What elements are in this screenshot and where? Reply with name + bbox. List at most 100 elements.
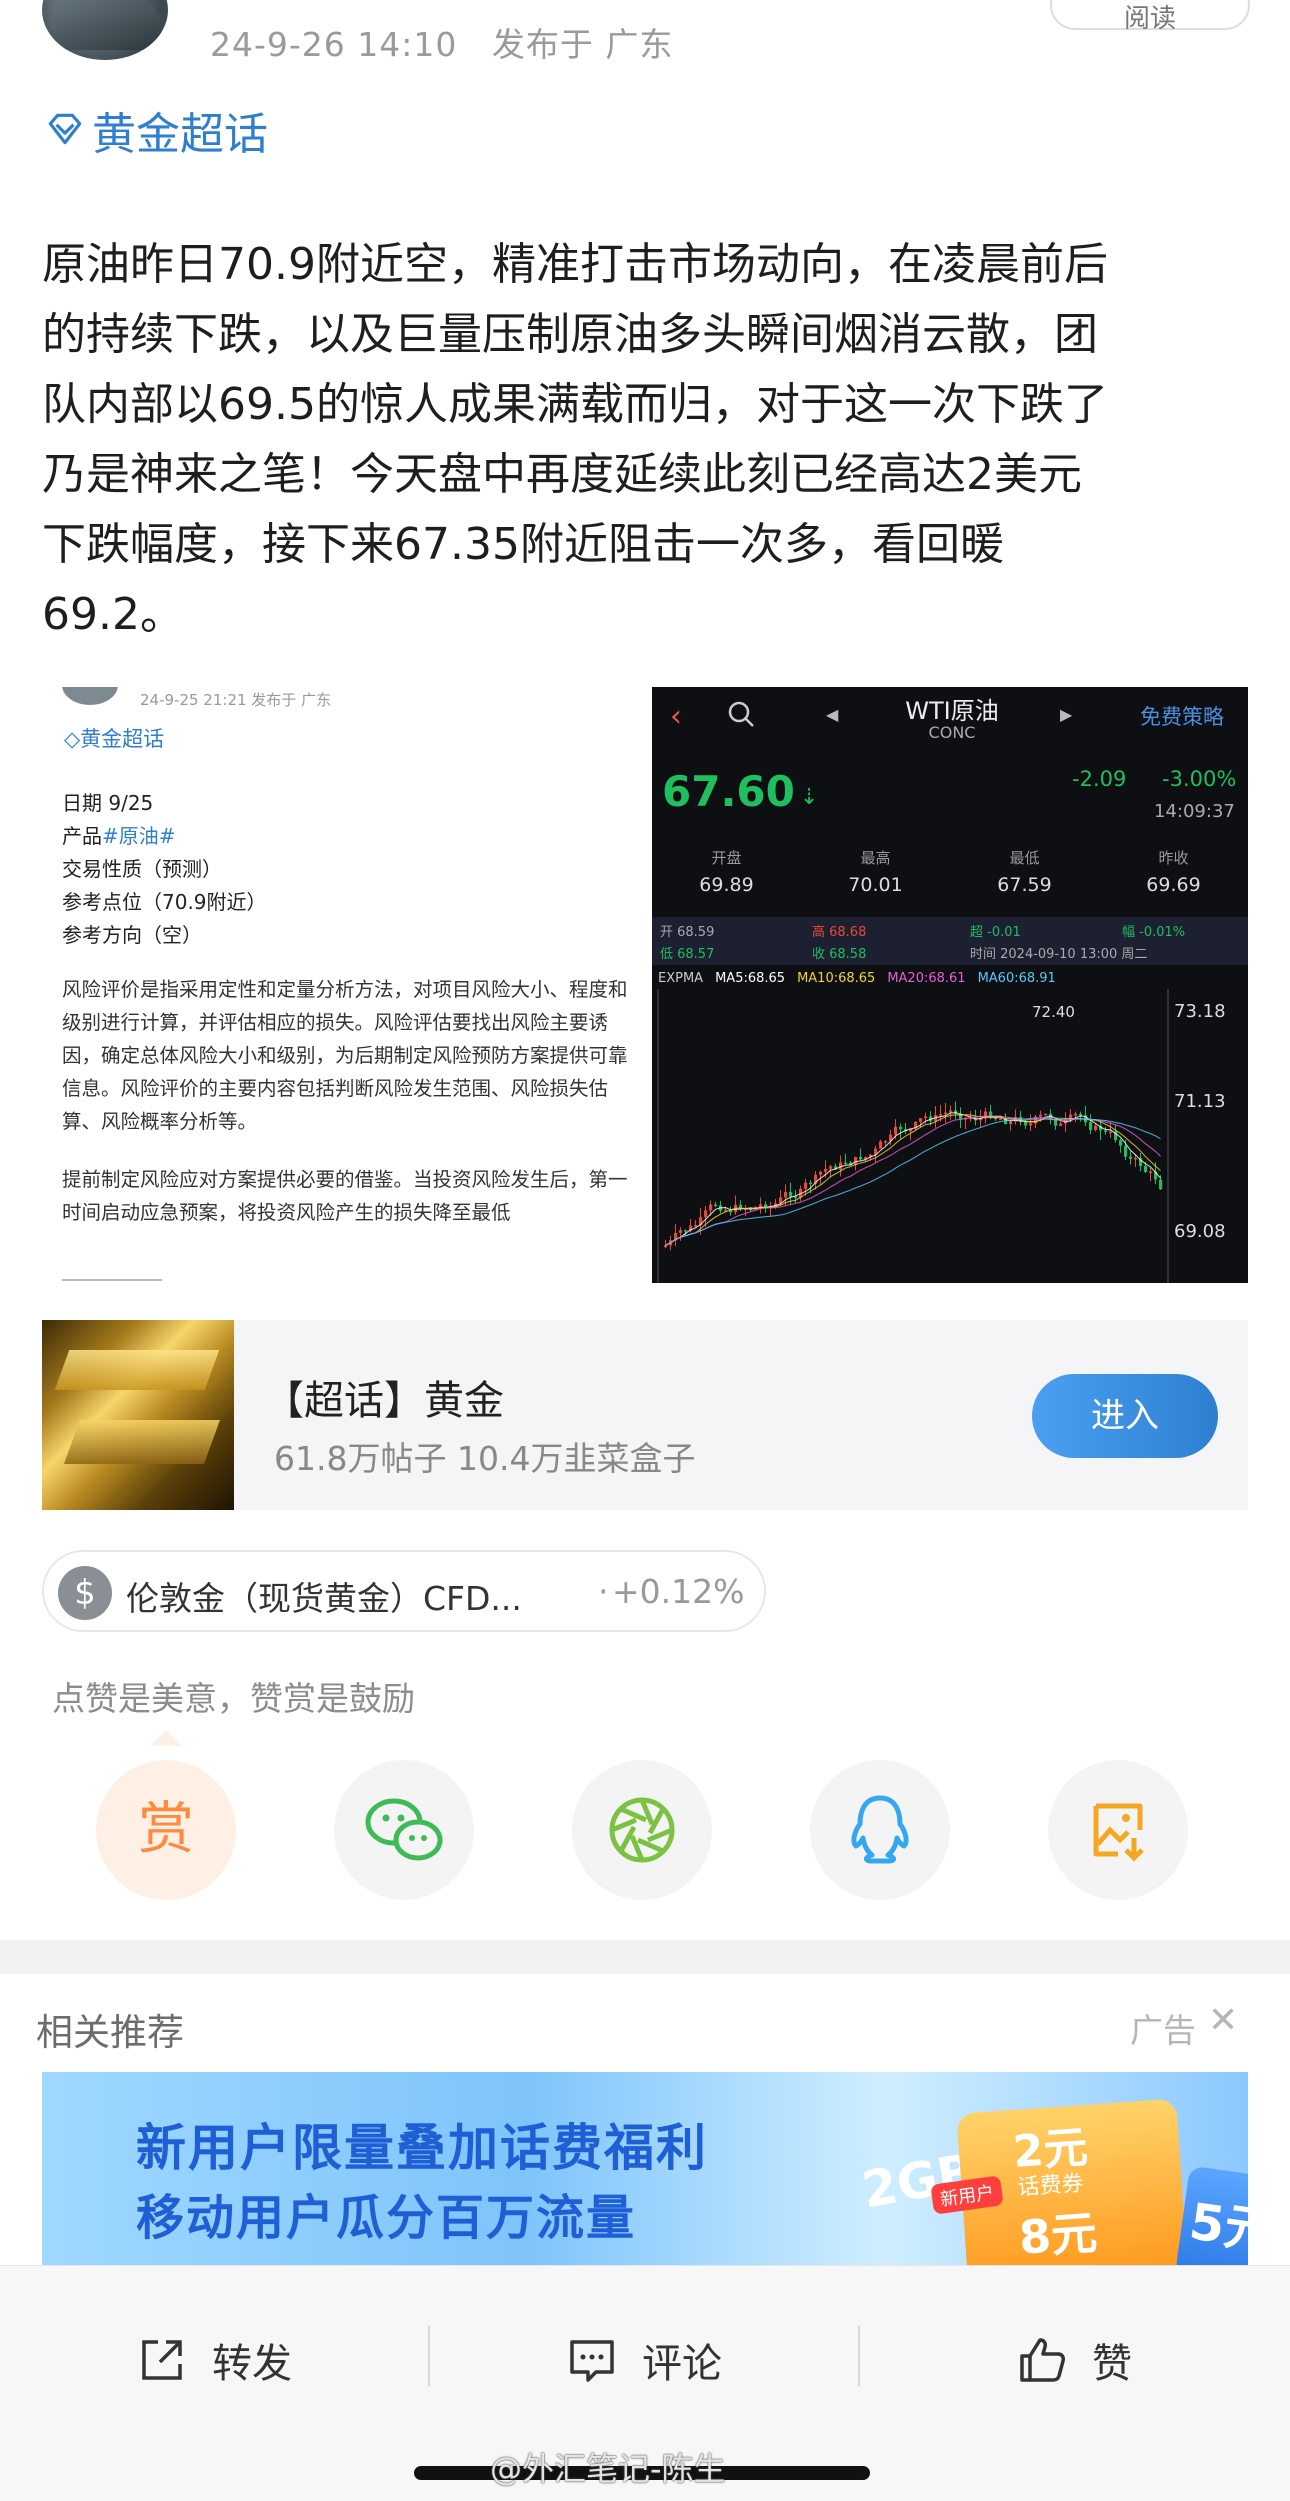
candle [679, 1230, 683, 1233]
reward-tooltip-pointer [150, 1730, 182, 1746]
topic-link: ◇黄金超话 [64, 727, 165, 751]
ad-label: 广告 [1130, 2011, 1196, 2050]
coupon-card-right: 5元 [1174, 2165, 1248, 2267]
repost-icon [142, 2340, 182, 2380]
candle [1039, 1114, 1043, 1117]
candle [859, 1156, 863, 1160]
candle [759, 1204, 763, 1208]
topic-label: 黄金超话 [92, 109, 268, 160]
candle [999, 1118, 1003, 1120]
candle [819, 1171, 823, 1175]
reward-icon: 赏 [138, 1797, 194, 1862]
candle [694, 1224, 698, 1227]
post-line: 69.2。 [42, 589, 184, 640]
candle [884, 1140, 888, 1143]
image-wti-chart[interactable]: ‹ ◀ WTI原油 CONC ▶ 免费策略 67.60 ⇣ -2.09 -3.0… [652, 687, 1248, 1283]
close-icon[interactable]: ✕ [1208, 2000, 1238, 2041]
post-line: 原油昨日70.9附近空，精准打击市场动向，在凌晨前后 [42, 239, 1108, 290]
share-row: 赏 [96, 1760, 1196, 1900]
nature-line: 交易性质（预测） [62, 857, 222, 881]
save-image-button[interactable] [1048, 1760, 1188, 1900]
candle [809, 1182, 813, 1185]
repost-label: 转发 [212, 2341, 292, 2387]
candle [924, 1116, 928, 1119]
comment-icon [570, 2340, 614, 2382]
reward-button[interactable]: 赏 [96, 1760, 236, 1900]
wechat-icon [365, 1798, 443, 1861]
stock-name: 伦敦金（现货黄金）CFD... [126, 1579, 522, 1618]
candle [899, 1126, 903, 1130]
peak-label: 72.40 [1032, 1003, 1075, 1021]
image-previous-post[interactable]: 24-9-25 21:21 发布于 广东 ◇黄金超话 日期 9/25 产品#原油… [42, 687, 638, 1283]
candle [784, 1192, 788, 1198]
thumbs-up-icon [1020, 2338, 1065, 2382]
candle [1129, 1156, 1133, 1159]
avatar [62, 687, 118, 705]
like-button[interactable]: 赞 [1016, 2330, 1132, 2390]
reward-prompt: 点赞是美意，赞赏是鼓励 [52, 1679, 415, 1718]
share-qq-button[interactable] [810, 1760, 950, 1900]
save-image-icon [1093, 1803, 1144, 1862]
comment-label: 评论 [642, 2341, 722, 2387]
separator-dot: · [598, 1572, 609, 1611]
candle [664, 1245, 668, 1247]
candle [1144, 1165, 1148, 1173]
dollar-icon: $ [58, 1566, 112, 1620]
candle [789, 1192, 793, 1197]
share-moments-button[interactable] [572, 1760, 712, 1900]
coupon-value-2: 8元 [1017, 2205, 1099, 2265]
topic-link[interactable]: 黄金超话 [44, 98, 268, 162]
y-tick-label: 69.08 [1174, 1221, 1226, 1242]
qq-icon [851, 1795, 909, 1864]
product-tag: #原油# [102, 824, 176, 848]
candle [1009, 1121, 1013, 1125]
candle [944, 1112, 948, 1115]
read-button[interactable]: 阅读 [1050, 0, 1250, 34]
ref-direction-line: 参考方向（空） [62, 923, 202, 947]
enter-button[interactable]: 进入 [1032, 1374, 1218, 1458]
gold-bars-image [42, 1320, 234, 1510]
candle [1089, 1122, 1093, 1130]
candles-group [664, 1101, 1163, 1251]
ad-banner[interactable]: 新用户限量叠加话费福利 移动用户瓜分百万流量 2GB 2元 话费券 8元 新用户… [42, 2072, 1248, 2267]
ref-point-line: 参考点位（70.9附近） [62, 890, 267, 914]
candle [804, 1182, 808, 1189]
post-timestamp: 24-9-26 14:10 [210, 25, 458, 64]
section-separator [0, 1940, 1290, 1974]
comment-button[interactable]: 评论 [566, 2330, 722, 2390]
candle [1119, 1139, 1123, 1146]
repost-button[interactable]: 转发 [136, 2330, 292, 2390]
candle [709, 1204, 713, 1211]
candle [1124, 1145, 1128, 1157]
avatar[interactable] [42, 0, 168, 60]
recommend-title: 相关推荐 [36, 2011, 184, 2054]
card-title: 【超话】黄金 [264, 1378, 504, 1424]
post-line: 乃是神来之笔！今天盘中再度延续此刻已经高达2美元 [42, 449, 1082, 500]
kline-chart: 73.18 71.13 69.08 72.40 [657, 989, 1226, 1283]
candle [1134, 1158, 1138, 1160]
bottom-action-bar: 转发 评论 赞 @外汇笔记-陈生 [0, 2265, 1290, 2501]
divider [428, 2326, 430, 2386]
banner-subline: 移动用户瓜分百万流量 [136, 2190, 637, 2246]
stock-quote-pill[interactable]: $ 伦敦金（现货黄金）CFD... · +0.12% [42, 1550, 766, 1632]
coupon-label: 话费券 [1016, 2171, 1085, 2201]
candle [829, 1166, 833, 1169]
date-line: 日期 9/25 [62, 791, 154, 815]
super-topic-card[interactable]: 【超话】黄金 61.8万帖子 10.4万韭菜盒子 进入 [42, 1320, 1248, 1510]
post-header: 24-9-26 14:10 发布于 广东 阅读 [0, 0, 1290, 80]
candle [704, 1210, 708, 1218]
candle [1159, 1179, 1163, 1190]
banner-headline: 新用户限量叠加话费福利 [136, 2119, 708, 2177]
post-line: 下跌幅度，接下来67.35附近阻击一次多，看回暖 [42, 519, 1004, 570]
candle [1024, 1121, 1028, 1126]
diamond-icon [48, 113, 82, 145]
ma20-line [665, 1115, 1161, 1246]
candle [1149, 1171, 1153, 1174]
share-wechat-button[interactable] [334, 1760, 474, 1900]
stock-change: +0.12% [612, 1572, 745, 1611]
post-body: 原油昨日70.9附近空，精准打击市场动向，在凌晨前后 的持续下跌，以及巨量压制原… [42, 230, 1252, 650]
candle [684, 1230, 688, 1232]
candle [939, 1114, 943, 1116]
divider [858, 2326, 860, 2386]
risk-paragraph-2: 提前制定风险应对方案提供必要的借鉴。当投资风险发生后，第一时间启动应急预案，将投… [62, 1168, 628, 1224]
